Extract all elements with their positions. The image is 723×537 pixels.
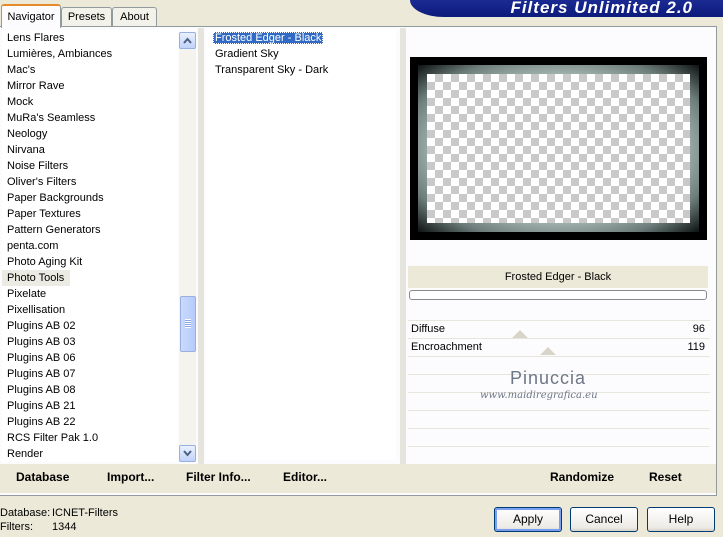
watermark-name: Pinuccia: [510, 368, 587, 388]
param-diffuse[interactable]: Diffuse 96: [408, 321, 710, 338]
category-item[interactable]: Paper Textures: [2, 206, 178, 222]
cancel-button[interactable]: Cancel: [570, 507, 638, 532]
category-item[interactable]: Lens Flares: [2, 30, 178, 46]
filters-count: 1344: [52, 521, 77, 533]
category-item[interactable]: Pixelate: [2, 286, 178, 302]
category-item[interactable]: Plugins AB 03: [2, 334, 178, 350]
tab-presets[interactable]: Presets: [61, 7, 112, 26]
filters-label: Filters:: [0, 521, 33, 533]
category-item[interactable]: Mac's: [2, 62, 178, 78]
category-item[interactable]: Noise Filters: [2, 158, 178, 174]
param-value: 119: [687, 341, 705, 353]
category-item[interactable]: MuRa's Seamless: [2, 110, 178, 126]
category-item[interactable]: Paper Backgrounds: [2, 190, 178, 206]
category-item[interactable]: Plugins AB 21: [2, 398, 178, 414]
category-item[interactable]: Mock: [2, 94, 178, 110]
filter-list[interactable]: Frosted Edger - Black Gradient Sky Trans…: [206, 30, 396, 460]
category-item[interactable]: penta.com: [2, 238, 178, 254]
category-item[interactable]: Plugins AB 02: [2, 318, 178, 334]
category-list[interactable]: Lens Flares Lumières, Ambiances Mac's Mirro…: [2, 30, 178, 462]
category-item[interactable]: Nirvana: [2, 142, 178, 158]
category-item[interactable]: Render: [2, 446, 178, 462]
filter-item[interactable]: Gradient Sky: [206, 46, 396, 62]
scroll-thumb[interactable]: [180, 296, 196, 352]
scroll-down-button[interactable]: [179, 445, 196, 462]
param-label: Diffuse: [411, 323, 446, 335]
param-value: 96: [692, 323, 705, 335]
import-button[interactable]: Import...: [107, 470, 154, 484]
category-item[interactable]: Plugins AB 08: [2, 382, 178, 398]
slider-marker[interactable]: [540, 347, 556, 355]
category-item[interactable]: Plugins AB 22: [2, 414, 178, 430]
apply-button[interactable]: Apply: [494, 507, 562, 532]
tab-navigator[interactable]: Navigator: [1, 4, 61, 28]
database-value: ICNET-Filters: [52, 507, 118, 519]
category-item[interactable]: Oliver's Filters: [2, 174, 178, 190]
database-label: Database:: [0, 507, 51, 519]
filter-info-button[interactable]: Filter Info...: [186, 470, 251, 484]
filter-item[interactable]: Frosted Edger - Black: [206, 30, 396, 46]
category-item[interactable]: Mirror Rave: [2, 78, 178, 94]
app-title-banner: Filters Unlimited 2.0: [410, 0, 723, 17]
param-label: Encroachment: [411, 341, 482, 353]
filter-preview: [410, 57, 707, 240]
category-item[interactable]: RCS Filter Pak 1.0: [2, 430, 178, 446]
slider-marker[interactable]: [512, 330, 528, 338]
divider: [198, 28, 204, 464]
category-item[interactable]: Neology: [2, 126, 178, 142]
category-item[interactable]: Pattern Generators: [2, 222, 178, 238]
progress-bar: [409, 290, 707, 300]
tab-about[interactable]: About: [112, 7, 157, 26]
category-item[interactable]: Pixellisation: [2, 302, 178, 318]
database-button[interactable]: Database: [16, 470, 69, 484]
preview-filter-name: Frosted Edger - Black: [408, 266, 708, 288]
category-item[interactable]: Plugins AB 07: [2, 366, 178, 382]
scroll-up-button[interactable]: [179, 32, 196, 49]
category-item[interactable]: Photo Aging Kit: [2, 254, 178, 270]
help-button[interactable]: Help: [647, 507, 715, 532]
category-item[interactable]: Photo Tools: [2, 270, 70, 286]
category-scrollbar[interactable]: [179, 32, 196, 462]
watermark-url: www.maidiregrafica.eu: [480, 390, 598, 401]
category-item[interactable]: Lumières, Ambiances: [2, 46, 178, 62]
editor-button[interactable]: Editor...: [283, 470, 327, 484]
param-encroachment[interactable]: Encroachment 119: [408, 339, 710, 356]
transparency-checkerboard: [427, 74, 690, 223]
filter-item[interactable]: Transparent Sky - Dark: [206, 62, 396, 78]
reset-button[interactable]: Reset: [649, 470, 682, 484]
randomize-button[interactable]: Randomize: [550, 470, 614, 484]
category-item[interactable]: Plugins AB 06: [2, 350, 178, 366]
divider: [400, 28, 406, 464]
